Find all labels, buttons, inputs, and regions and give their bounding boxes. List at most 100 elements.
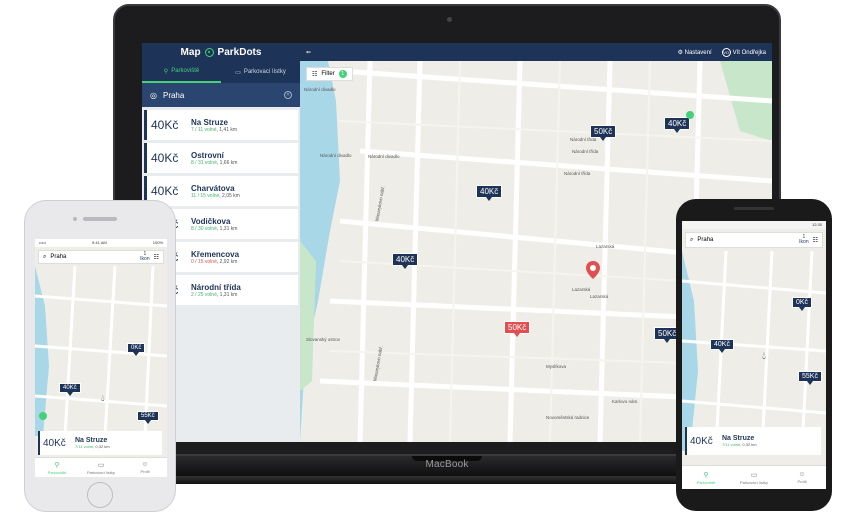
nav-profile[interactable]: ☺ Profil: [123, 458, 167, 477]
poi-label: Slovanský ostrov: [306, 337, 341, 342]
nav-tickets[interactable]: ▭ Parkovací lístky: [79, 458, 123, 477]
drop-pin-icon: 💧︎: [762, 351, 766, 362]
lot-distance: , 2,05 km: [219, 192, 240, 199]
poi-label: Národní třída: [572, 149, 599, 154]
poi-label: Národní divadlo: [304, 87, 336, 92]
chip-label: Ikon: [140, 256, 150, 262]
iphone-screen: ••••• 9:41 AM 100% ⌕ Praha 1Ikon ☷ 0Kč: [35, 239, 167, 477]
search-input[interactable]: ⌕ Praha 1 Ikon ☷: [38, 250, 164, 264]
lot-name: Vodičkova: [191, 216, 231, 226]
map-marker[interactable]: 0Kč: [792, 297, 813, 311]
topbar: ⇐ ⚙ Nastavení VO Vít Ondřejka: [300, 43, 772, 61]
settings-link[interactable]: ⚙ Nastavení: [678, 49, 712, 56]
map-marker[interactable]: 40Kč: [476, 185, 503, 201]
search-input[interactable]: ⌕ Praha 1 Ikon ☷: [685, 232, 823, 248]
lot-name: Na Struze: [722, 435, 755, 442]
tab-label: Parkovací lístky: [243, 69, 286, 75]
map-marker[interactable]: 55Kč: [137, 411, 159, 424]
nav-label: Parkoviště: [47, 469, 67, 475]
list-item[interactable]: 40Kč Ostrovní 8 / 31 volné, 1,66 km: [144, 143, 298, 173]
user-menu[interactable]: VO Vít Ondřejka: [721, 47, 766, 57]
clear-icon[interactable]: ✕: [284, 91, 292, 99]
nav-profile[interactable]: ☺ Profil: [778, 466, 826, 489]
nav-label: Parkoviště: [696, 479, 716, 485]
ticket-icon: ▭: [97, 461, 105, 469]
location-pin-icon: [586, 261, 600, 279]
lot-distance: , 0,32 km: [93, 444, 110, 449]
filter-chip[interactable]: 1 Ikon: [140, 252, 149, 262]
lot-name: Křemencova: [191, 249, 240, 259]
poi-label: Lazarská: [572, 287, 591, 292]
filter-icon: ☷: [312, 71, 318, 78]
map-marker-selected[interactable]: 50Kč: [504, 321, 531, 337]
filter-icon[interactable]: ☷: [813, 237, 818, 244]
back-arrow-icon[interactable]: ⇐: [306, 49, 311, 56]
device-mockup-scene: Map ParkDots ⚲ Parkoviště ▭ Parkovací lí…: [0, 0, 862, 516]
lot-free: 0 / 15 volné: [191, 258, 217, 265]
ticket-icon: ▭: [750, 471, 758, 479]
lot-distance: , 1,66 km: [216, 159, 238, 166]
nav-label: Parkovací lístky: [86, 469, 115, 475]
user-name: Vít Ondřejka: [732, 49, 766, 56]
map-marker[interactable]: 55Kč: [798, 371, 822, 385]
city-selector[interactable]: ◎ Praha ✕: [142, 83, 300, 107]
map-marker[interactable]: 40Kč: [664, 117, 691, 133]
selected-lot-card[interactable]: 40Kč Na Struze 7/11 volné, 0,32 km: [685, 427, 821, 455]
android-speaker: [734, 207, 774, 210]
list-item[interactable]: 40Kč Charvátova 11 / 15 volné, 2,05 km: [144, 176, 298, 206]
filter-count: 1: [338, 70, 347, 78]
nav-tickets[interactable]: ▭ Parkovací lístky: [730, 466, 778, 489]
lot-price: 40Kč: [151, 151, 179, 165]
nav-label: Parkovací lístky: [739, 479, 768, 485]
map-marker[interactable]: 40Kč: [392, 253, 419, 269]
status-time: 9:41 AM: [92, 240, 107, 245]
brand-logo: Map ParkDots: [142, 43, 300, 61]
nav-parking[interactable]: ⚲ Parkoviště: [35, 458, 79, 477]
city-name: Praha: [162, 90, 185, 100]
user-icon: ☺: [141, 461, 149, 468]
filter-icon[interactable]: ☷: [154, 254, 159, 261]
poi-label: Národní divadlo: [368, 154, 400, 159]
lot-distance: , 2,92 km: [216, 258, 238, 265]
lot-name: Národní třída: [191, 282, 241, 292]
lot-distance: , 0,32 km: [740, 442, 757, 447]
lot-free: 8 / 31 volné: [191, 159, 217, 166]
nav-label: Profil: [797, 479, 807, 484]
poi-label: Myslíkova: [546, 364, 567, 369]
tab-parking[interactable]: ⚲ Parkoviště: [142, 61, 221, 83]
bottom-nav: ⚲ Parkoviště ▭ Parkovací lístky ☺ Profil: [35, 457, 167, 477]
map-marker[interactable]: 40Kč: [59, 383, 81, 396]
map-marker[interactable]: 50Kč: [590, 125, 617, 141]
android-screen: 12:30 ⌕ Praha 1Ikon ☷ 0Kč 40Kč 55Kč 💧︎: [682, 221, 826, 489]
tab-label: Parkoviště: [171, 68, 200, 74]
lot-price: 40Kč: [690, 435, 713, 447]
filter-button[interactable]: ☷ Filter 1: [306, 67, 353, 81]
battery: 100%: [152, 240, 163, 245]
search-value: Praha: [50, 254, 67, 260]
tab-tickets[interactable]: ▭ Parkovací lístky: [221, 61, 300, 83]
brand-left: Map: [180, 46, 201, 58]
map-marker[interactable]: 40Kč: [710, 339, 734, 353]
laptop-foot: [130, 476, 764, 484]
status-bar: ••••• 9:41 AM 100%: [35, 239, 167, 247]
signal: •••••: [39, 240, 47, 245]
pin-icon: ⚲: [54, 461, 60, 469]
android-phone: 12:30 ⌕ Praha 1Ikon ☷ 0Kč 40Kč 55Kč 💧︎: [676, 199, 832, 511]
iphone: ••••• 9:41 AM 100% ⌕ Praha 1Ikon ☷ 0Kč: [24, 200, 176, 512]
drop-pin-icon: 💧︎: [101, 393, 105, 403]
search-value: Praha: [697, 237, 714, 243]
sidebar-tabs: ⚲ Parkoviště ▭ Parkovací lístky: [142, 61, 300, 83]
phone-map[interactable]: [682, 251, 826, 451]
lot-name: Na Struze: [191, 117, 228, 127]
lot-price: 40Kč: [151, 118, 179, 132]
iphone-camera: [73, 217, 77, 221]
lot-price: 40Kč: [43, 437, 66, 449]
nav-label: Profil: [140, 469, 150, 474]
home-button[interactable]: [87, 482, 113, 508]
ticket-icon: ▭: [235, 69, 241, 76]
list-item[interactable]: 40Kč Na Struze 7 / 11 volné, 1,41 km: [144, 110, 298, 140]
map-marker[interactable]: 0Kč: [127, 343, 146, 356]
filter-chip[interactable]: 1 Ikon: [799, 235, 808, 245]
nav-parking[interactable]: ⚲ Parkoviště: [682, 466, 730, 489]
selected-lot-card[interactable]: 40Kč Na Struze 7/11 volné, 0,32 km: [38, 431, 162, 455]
